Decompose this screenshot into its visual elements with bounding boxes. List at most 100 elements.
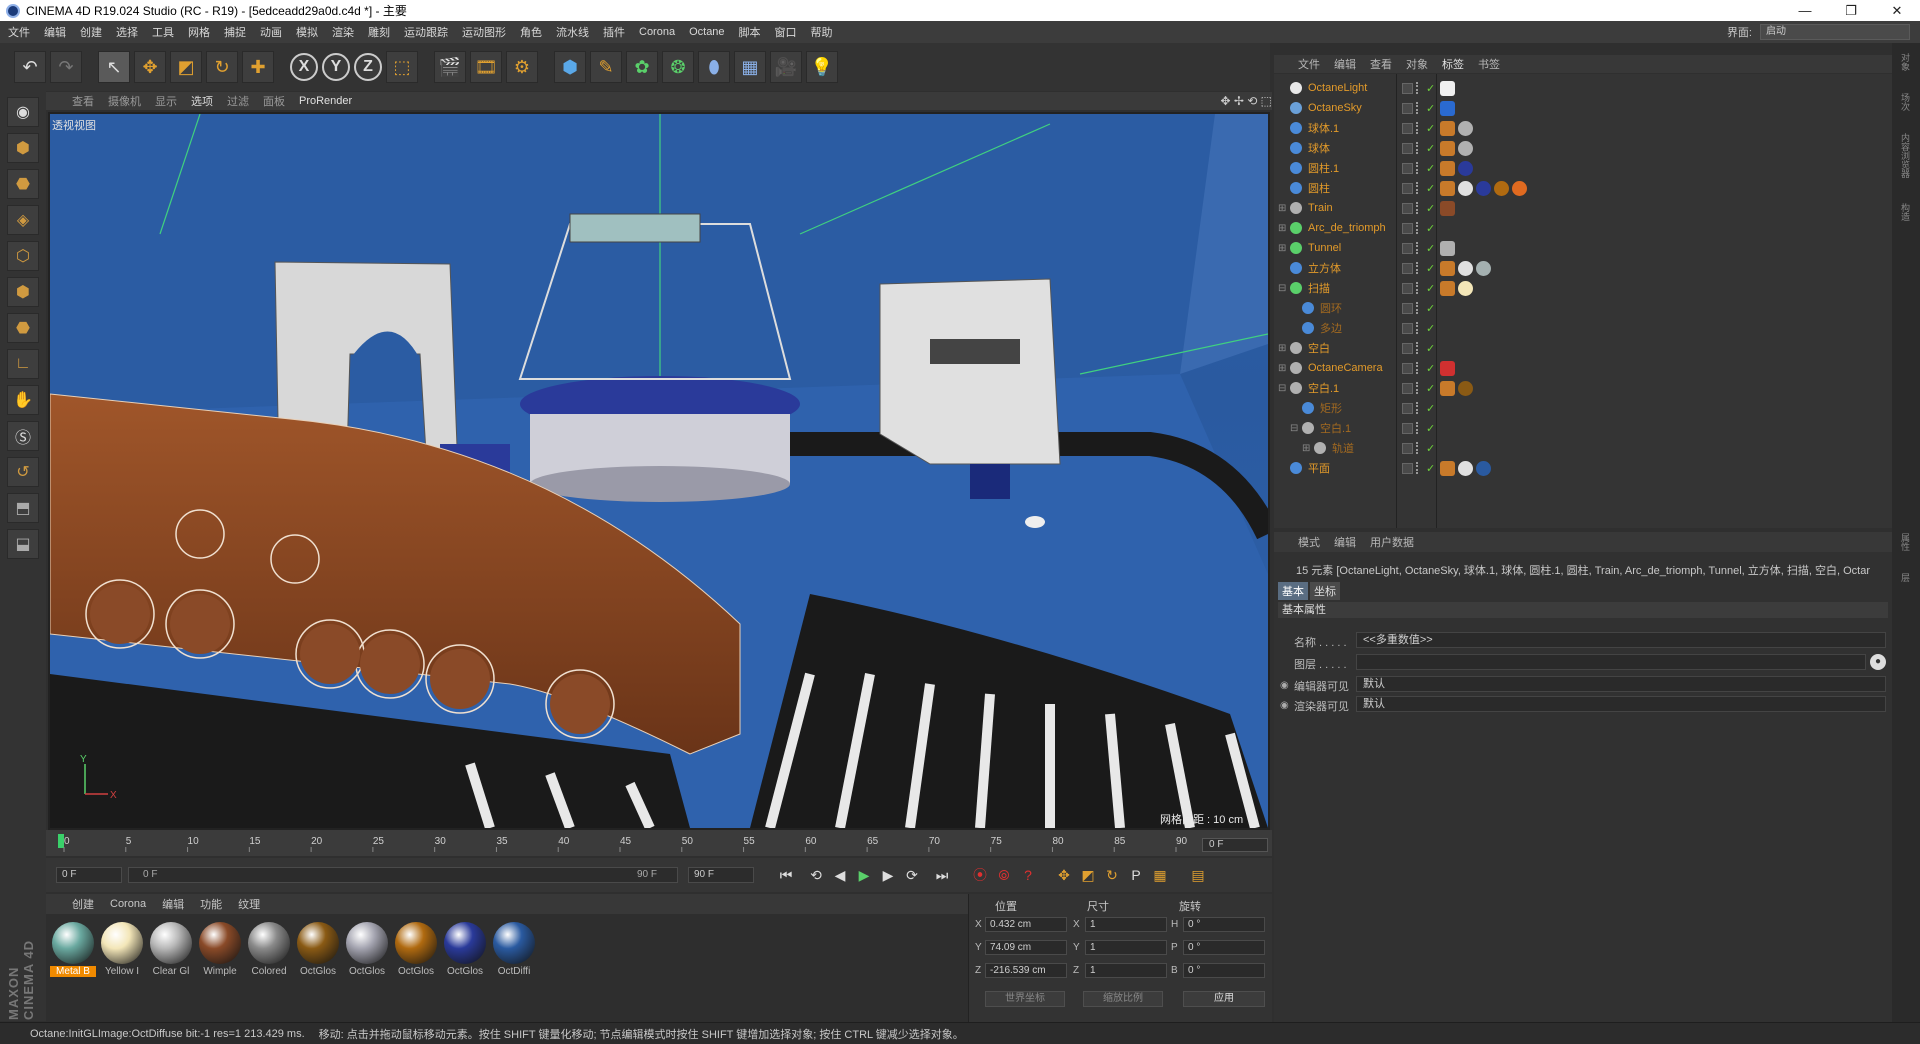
render-visible-dropdown[interactable]: 默认	[1356, 696, 1886, 712]
menu-tools[interactable]: 工具	[152, 24, 174, 40]
prev-frame-button[interactable]: ◀	[828, 863, 852, 887]
tag-icon[interactable]	[1476, 460, 1491, 476]
enabled-check-icon[interactable]: ✓	[1426, 242, 1435, 255]
x-axis-lock-button[interactable]: X	[290, 53, 318, 81]
texture-mode-icon[interactable]: ⬣	[7, 169, 39, 199]
object-name[interactable]: 立方体	[1308, 260, 1341, 276]
am-menu-mode[interactable]: 模式	[1298, 534, 1320, 550]
tag-icon[interactable]	[1440, 200, 1455, 216]
object-row[interactable]: 球体.1 ✓	[1274, 118, 1892, 138]
viewport-menu-panel[interactable]: 面板	[263, 93, 285, 109]
scale-tool-button[interactable]: ◩	[170, 51, 202, 83]
tab-layers[interactable]: 层	[1898, 573, 1912, 582]
layer-toggle-icon[interactable]	[1402, 342, 1413, 354]
end-frame-field[interactable]: 90 F	[688, 867, 754, 883]
tab-takes[interactable]: 场次	[1898, 93, 1912, 111]
menu-window[interactable]: 窗口	[775, 24, 797, 40]
timeline-ruler[interactable]: 0 5 10 15 20 25 30 35 40 45 50 55 60 65 70 75 80 85 90	[58, 832, 1190, 852]
light-button[interactable]: 💡	[806, 51, 838, 83]
enabled-check-icon[interactable]: ✓	[1426, 302, 1435, 315]
layer-picker-icon[interactable]: ●	[1870, 654, 1886, 670]
visibility-dots-icon[interactable]	[1416, 102, 1420, 114]
redo-button[interactable]: ↷	[50, 51, 82, 83]
enabled-check-icon[interactable]: ✓	[1426, 142, 1435, 155]
material-swatch[interactable]: OctDiffi	[491, 920, 537, 982]
object-row[interactable]: ⊞ OctaneCamera ✓	[1274, 358, 1892, 378]
next-key-button[interactable]: ⟳	[900, 863, 924, 887]
layer-toggle-icon[interactable]	[1402, 102, 1413, 114]
menu-simulate[interactable]: 模拟	[296, 24, 318, 40]
tab-basic[interactable]: 基本	[1278, 582, 1308, 600]
expand-toggle-icon[interactable]: ⊞	[1278, 343, 1288, 354]
visibility-dots-icon[interactable]	[1416, 122, 1420, 134]
am-menu-userdata[interactable]: 用户数据	[1370, 534, 1414, 550]
visibility-dots-icon[interactable]	[1416, 262, 1420, 274]
expand-toggle-icon[interactable]: ⊞	[1302, 443, 1312, 454]
render-view-button[interactable]: 🎬	[434, 51, 466, 83]
tag-icon[interactable]	[1440, 160, 1455, 176]
key-position-button[interactable]: ✥	[1052, 863, 1076, 887]
menu-octane[interactable]: Octane	[689, 26, 724, 38]
visibility-dots-icon[interactable]	[1416, 442, 1420, 454]
points-mode-icon[interactable]: ⬡	[7, 241, 39, 271]
enabled-check-icon[interactable]: ✓	[1426, 342, 1435, 355]
layer-toggle-icon[interactable]	[1402, 422, 1413, 434]
move-tool-button[interactable]: ✥	[134, 51, 166, 83]
expand-toggle-icon[interactable]: ⊞	[1278, 223, 1288, 234]
object-row[interactable]: OctaneSky ✓	[1274, 98, 1892, 118]
enable-axis-icon[interactable]: ↺	[7, 457, 39, 487]
object-name[interactable]: 圆环	[1320, 300, 1342, 316]
enabled-check-icon[interactable]: ✓	[1426, 442, 1435, 455]
material-swatch[interactable]: Metal B	[50, 920, 96, 982]
render-vis-radio[interactable]: ◉	[1280, 700, 1289, 711]
tag-icon[interactable]	[1440, 280, 1455, 296]
enabled-check-icon[interactable]: ✓	[1426, 282, 1435, 295]
object-name[interactable]: 平面	[1308, 460, 1330, 476]
model-mode-icon[interactable]: ⬢	[7, 133, 39, 163]
viewport-menu-camera[interactable]: 摄像机	[108, 93, 141, 109]
material-swatch[interactable]: OctGlos	[442, 920, 488, 982]
visibility-dots-icon[interactable]	[1416, 302, 1420, 314]
viewport-menu-filter[interactable]: 过滤	[227, 93, 249, 109]
material-swatch[interactable]: OctGlos	[393, 920, 439, 982]
object-row[interactable]: ⊞ Tunnel ✓	[1274, 238, 1892, 258]
object-name[interactable]: OctaneSky	[1308, 102, 1362, 114]
material-menu-corona[interactable]: Corona	[110, 898, 146, 910]
layer-toggle-icon[interactable]	[1402, 362, 1413, 374]
tag-icon[interactable]	[1458, 140, 1473, 156]
enabled-check-icon[interactable]: ✓	[1426, 102, 1435, 115]
timeline-window-button[interactable]: ▤	[1186, 863, 1210, 887]
tag-icon[interactable]	[1440, 80, 1455, 96]
layer-toggle-icon[interactable]	[1402, 162, 1413, 174]
maximize-button[interactable]: ❐	[1828, 0, 1874, 21]
layer-toggle-icon[interactable]	[1402, 442, 1413, 454]
viewport-menu-options[interactable]: 选项	[191, 93, 213, 109]
menu-snap[interactable]: 捕捉	[224, 24, 246, 40]
object-name[interactable]: 轨道	[1332, 440, 1354, 456]
start-frame-field[interactable]: 0 F	[56, 867, 122, 883]
menu-mesh[interactable]: 网格	[188, 24, 210, 40]
layer-field[interactable]	[1356, 654, 1866, 670]
object-row[interactable]: ⊟ 扫描 ✓	[1274, 278, 1892, 298]
object-name[interactable]: OctaneLight	[1308, 82, 1367, 94]
enabled-check-icon[interactable]: ✓	[1426, 202, 1435, 215]
enabled-check-icon[interactable]: ✓	[1426, 262, 1435, 275]
tab-objects[interactable]: 对象	[1898, 53, 1912, 71]
tag-icon[interactable]	[1458, 380, 1473, 396]
object-name[interactable]: 空白.1	[1320, 420, 1351, 436]
tag-icon[interactable]	[1458, 180, 1473, 196]
tag-icon[interactable]	[1440, 140, 1455, 156]
enabled-check-icon[interactable]: ✓	[1426, 82, 1435, 95]
viewport-menu-display[interactable]: 显示	[155, 93, 177, 109]
object-row[interactable]: 平面 ✓	[1274, 458, 1892, 478]
visibility-dots-icon[interactable]	[1416, 142, 1420, 154]
tag-icon[interactable]	[1440, 380, 1455, 396]
layer-toggle-icon[interactable]	[1402, 322, 1413, 334]
lock-workplane-icon[interactable]: ⬒	[7, 493, 39, 523]
tag-icon[interactable]	[1458, 260, 1473, 276]
render-settings-button[interactable]: ⚙	[506, 51, 538, 83]
editor-vis-radio[interactable]: ◉	[1280, 680, 1289, 691]
object-name[interactable]: 球体	[1308, 140, 1330, 156]
tag-icon[interactable]	[1476, 180, 1491, 196]
material-menu-create[interactable]: 创建	[72, 896, 94, 912]
